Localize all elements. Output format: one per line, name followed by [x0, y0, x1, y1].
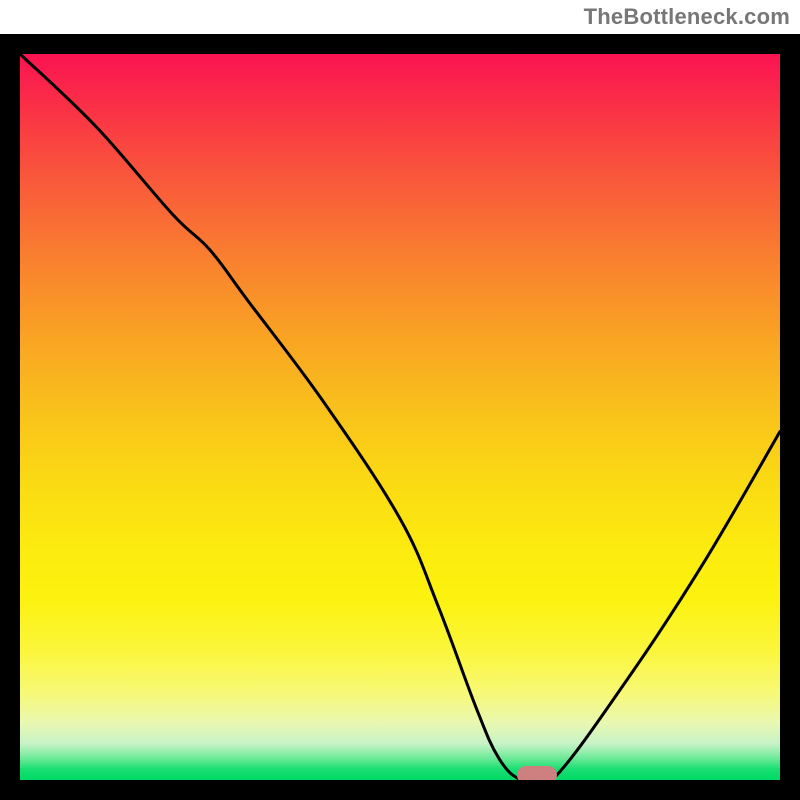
optimal-marker [517, 766, 557, 780]
chart-svg [20, 54, 780, 780]
chart-plot-area [20, 54, 780, 780]
watermark-text: TheBottleneck.com [584, 4, 790, 30]
bottleneck-curve [20, 54, 780, 780]
chart-stage: TheBottleneck.com [0, 0, 800, 800]
